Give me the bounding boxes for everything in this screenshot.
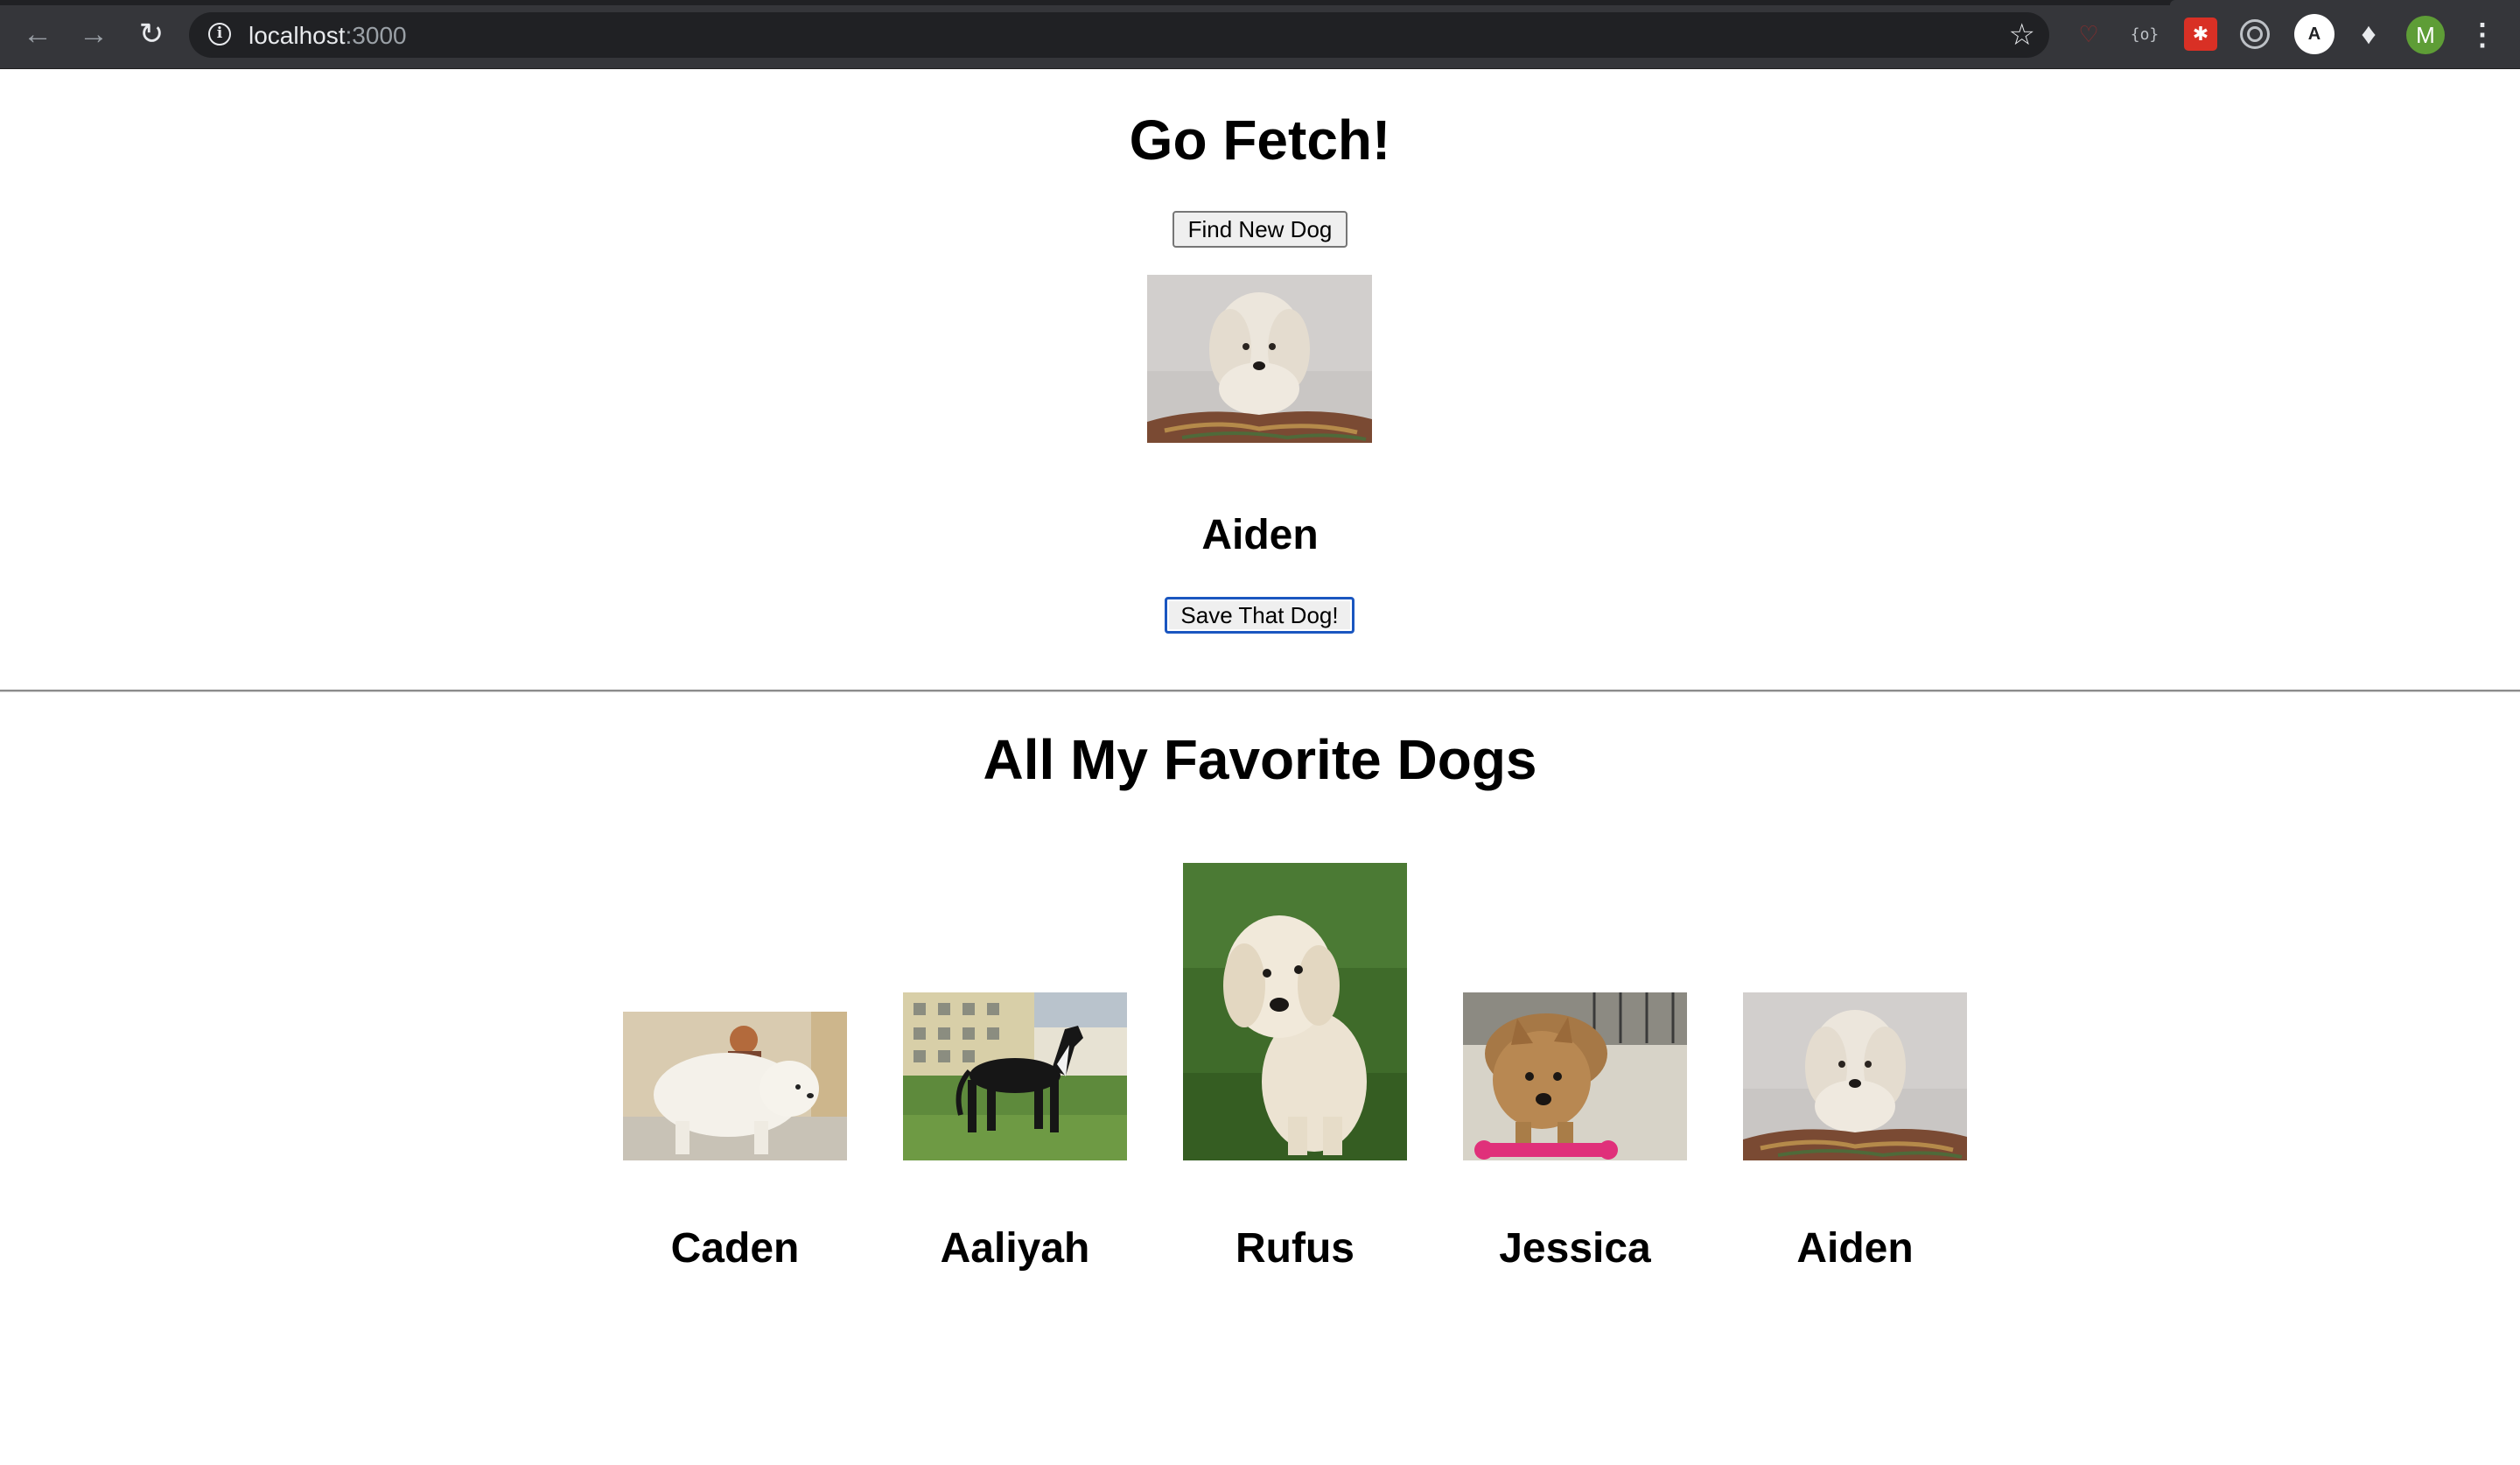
save-dog-button[interactable]: Save That Dog! — [1165, 597, 1354, 634]
favorite-dog-photo — [623, 1012, 847, 1160]
puzzle-icon[interactable]: ♦ — [2352, 18, 2385, 51]
tab-strip — [0, 0, 2520, 5]
favorite-dog-name: Jessica — [1499, 1225, 1651, 1272]
pocket-icon[interactable]: ♡ — [2072, 18, 2105, 51]
url-text[interactable]: localhost:3000 — [248, 22, 407, 50]
favorite-dog-name: Caden — [670, 1225, 800, 1272]
bookmark-star-icon[interactable]: ☆ — [2009, 18, 2035, 53]
active-tab-edge — [2170, 0, 2520, 5]
favorite-dog-name: Aaliyah — [940, 1225, 1090, 1272]
forward-arrow-icon[interactable]: → — [75, 16, 112, 53]
favorites-title: All My Favorite Dogs — [983, 728, 1537, 791]
kebab-menu-icon[interactable]: ⋮ — [2468, 16, 2497, 54]
favorite-dog-photo — [903, 992, 1127, 1160]
bug-icon[interactable]: ✱ — [2184, 18, 2217, 51]
a-icon[interactable]: A — [2294, 14, 2334, 54]
address-bar[interactable]: i localhost:3000 ☆ — [189, 12, 2049, 58]
reload-icon[interactable]: ↻ — [133, 16, 170, 53]
site-info-icon[interactable]: i — [208, 23, 231, 46]
favorite-dog-name: Rufus — [1236, 1225, 1354, 1272]
page-content: Go Fetch! Find New Dog Aiden Save That D… — [0, 69, 2520, 1465]
find-new-dog-button[interactable]: Find New Dog — [1172, 211, 1348, 248]
target-icon[interactable] — [2240, 19, 2270, 49]
back-arrow-icon[interactable]: ← — [19, 16, 56, 53]
avatar[interactable]: M — [2406, 16, 2445, 54]
current-dog-photo — [1147, 275, 1372, 443]
page-title: Go Fetch! — [1129, 109, 1391, 172]
favorite-dog-photo — [1743, 992, 1967, 1160]
url-port: :3000 — [345, 22, 407, 49]
favorite-dog-photo — [1463, 992, 1687, 1160]
favorite-dog-name: Aiden — [1796, 1225, 1914, 1272]
current-dog-name: Aiden — [1201, 512, 1319, 558]
section-divider — [0, 690, 2520, 692]
json-icon[interactable]: {o} — [2128, 18, 2161, 51]
browser-toolbar: ← → ↻ i localhost:3000 ☆ ♡ {o} ✱ A ♦ M ⋮ — [0, 0, 2520, 69]
url-host: localhost — [248, 22, 346, 49]
favorite-dog-photo — [1183, 863, 1407, 1160]
